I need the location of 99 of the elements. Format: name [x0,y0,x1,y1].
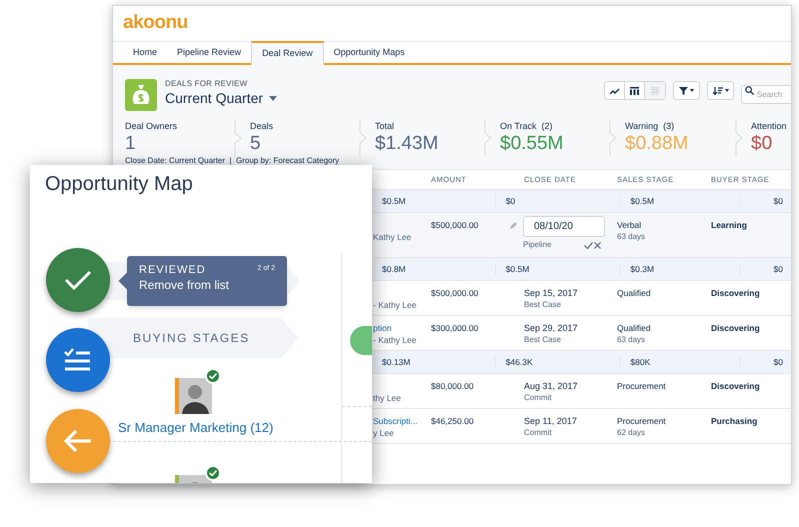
metric-value: 1 [125,132,136,156]
buyer-stage: Learning [711,220,747,230]
sales-stage: Procurement [617,415,667,427]
money-bag-icon [125,79,157,111]
checklist-button[interactable] [46,328,110,392]
window-title: Opportunity Map [45,173,193,195]
chevron-divider-icon [735,120,743,156]
group-total: $0 [774,357,784,367]
metric-label: On Track (2) [500,120,553,132]
trend-icon [610,88,620,94]
metric-value: $0 [751,132,772,156]
metric-value: 5 [250,132,261,156]
metric-label: Attention [751,120,787,132]
view-title: Current Quarter [165,89,264,107]
logo: akoonu [123,11,188,36]
metric-label: Deals [250,120,274,132]
amount-cell: $500,000.00 [431,220,478,230]
tooltip-title: REVIEWED [139,264,206,277]
close-date: Sep 29, 2017 [524,322,579,334]
sales-stage: Qualified [617,287,652,299]
date-input[interactable]: 08/10/20 [523,216,605,237]
sort-button[interactable] [707,81,734,100]
cancel-icon[interactable] [594,242,601,248]
confirm-icon[interactable] [584,242,593,248]
metric-value: $0.88M [625,132,688,156]
group-total: $0 [774,264,784,274]
caret-icon [690,89,694,92]
chevron-divider-icon [609,120,617,156]
stage-node [350,326,372,355]
amount-cell: $300,000.00 [431,323,478,333]
buyer-stage: Discovering [711,323,760,333]
search-icon [745,86,754,95]
close-date: Sep 11, 2017 [524,415,578,427]
stage-age: 62 days [617,427,646,439]
check-icon [64,270,92,290]
filter-icon [679,86,688,94]
group-total: $0.5M [506,264,530,274]
forecast-category: Best Case [524,334,562,346]
buyer-stage: Discovering [711,288,760,298]
group-total: $0 [506,196,516,206]
sales-stage: Qualified [617,322,652,334]
group-total: $46.3K [506,357,533,367]
group-total: $0.8M [382,264,406,274]
metric-label: Warning (3) [625,120,674,132]
stage-age: 63 days [617,231,646,243]
metric-value: $1.43M [375,132,438,156]
group-total: $80K [630,357,650,367]
group-total: $0.3M [630,264,654,274]
owner-name: y Lee [373,427,395,439]
dropdown-caret-icon[interactable] [269,96,278,100]
group-total: $0.5M [630,196,654,206]
search-field[interactable]: Search [741,85,791,104]
caret-icon [724,89,728,92]
metric-label: Total [375,120,394,132]
amount-cell: $80,000.00 [431,381,474,391]
contact-avatar[interactable] [175,378,212,414]
chevron-divider-icon [484,120,492,156]
owner-name: - Kathy Lee [373,299,418,311]
section-header: BUYING STAGES [88,318,298,358]
forecast-category: Pipeline [523,239,552,251]
sales-stage: Verbal [617,219,642,231]
group-total: $0 [774,196,784,206]
nav-tab[interactable]: Deal Review [251,41,324,65]
close-date: Sep 15, 2017 [524,287,579,299]
columns-icon [630,86,639,94]
tooltip-text[interactable]: Remove from list [139,277,275,293]
buyer-stage: Purchasing [711,416,758,426]
forecast-category: Commit [524,392,553,404]
group-total: $0.13M [382,357,410,367]
contact-role-link[interactable]: Sr Manager Marketing (12) [118,418,274,438]
deal-name-link[interactable]: ption [373,322,431,334]
owner-name: thy Lee [373,392,402,404]
sales-stage: Procurement [617,380,667,392]
nav-tab[interactable]: Opportunity Maps [324,42,415,63]
reviewed-button[interactable] [46,248,110,312]
grid-icon [651,86,659,94]
stage-age: 63 days [617,334,646,346]
owner-name: - Kathy Lee [373,334,418,346]
chevron-divider-icon [359,120,367,156]
section-label: DEALS FOR REVIEW [165,79,248,89]
owner-name: Kathy Lee [373,231,412,243]
metric-value: $0.55M [500,132,564,156]
amount-cell: $500,000.00 [431,288,478,298]
nav-tab[interactable]: Home [123,42,168,63]
filter-summary: Close Date: Current Quarter | Group by: Forecast Category [125,155,340,167]
filter-button[interactable] [673,81,700,100]
deal-name-link[interactable]: Subscripti... [373,415,431,427]
chevron-divider-icon [234,120,242,156]
close-date: Aug 31, 2017 [524,380,579,392]
buyer-stage: Discovering [711,381,760,391]
amount-cell: $46,250.00 [431,416,474,426]
sort-icon [712,86,722,94]
checklist-icon [64,348,92,372]
metric-label: Deal Owners [125,120,178,132]
forecast-category: Commit [524,427,553,439]
group-total: $0.5M [382,196,406,206]
left-arrow-icon [63,429,93,453]
nav-tab[interactable]: Pipeline Review [167,42,252,63]
forecast-category: Best Case [524,299,562,311]
